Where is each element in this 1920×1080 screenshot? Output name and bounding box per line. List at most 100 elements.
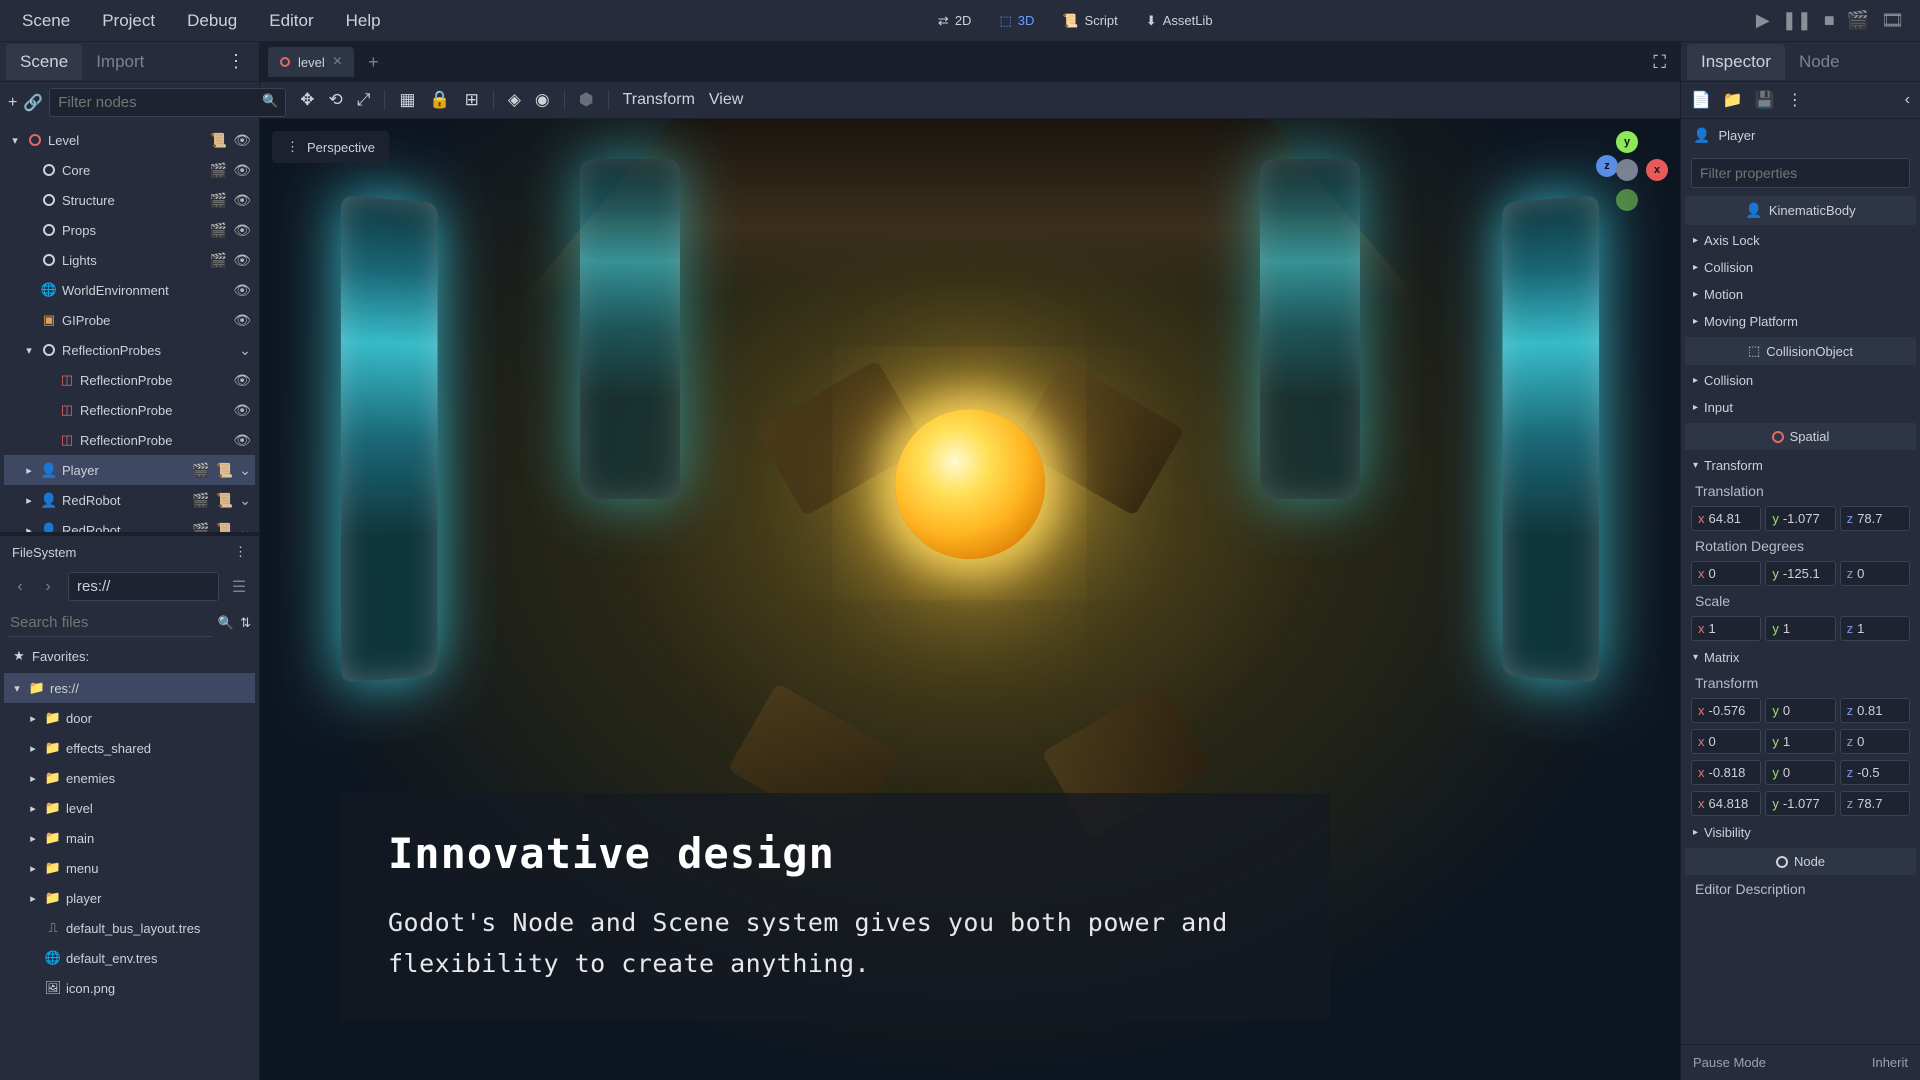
- tree-node-reflectionprobe[interactable]: ◫ReflectionProbe👁: [4, 425, 255, 455]
- filesystem-path[interactable]: res://: [68, 572, 219, 601]
- fs-item-main[interactable]: ▸📁main: [4, 823, 255, 853]
- section-transform[interactable]: ▾Transform: [1685, 452, 1916, 479]
- camera-icon[interactable]: ◉: [535, 90, 550, 110]
- fs-item-level[interactable]: ▸📁level: [4, 793, 255, 823]
- pause-mode-value[interactable]: Inherit: [1872, 1055, 1908, 1070]
- sort-icon[interactable]: ⇅: [240, 615, 251, 631]
- rotation-x[interactable]: x0: [1691, 561, 1761, 586]
- script-icon[interactable]: 📜: [210, 132, 227, 149]
- film-icon[interactable]: 🎬: [192, 522, 209, 533]
- section-visibility[interactable]: ▸Visibility: [1685, 819, 1916, 846]
- matrix-0-x[interactable]: x-0.576: [1691, 698, 1761, 723]
- play-custom-icon[interactable]: 🎞: [1881, 10, 1904, 31]
- script-icon[interactable]: 📜: [216, 462, 233, 479]
- eye-icon[interactable]: 👁: [233, 252, 251, 269]
- rotation-y[interactable]: y-125.1: [1765, 561, 1835, 586]
- rotation-z[interactable]: z0: [1840, 561, 1910, 586]
- new-tab-icon[interactable]: +: [358, 46, 389, 79]
- close-tab-icon[interactable]: ×: [333, 53, 342, 71]
- tree-node-player[interactable]: ▸👤Player🎬📜⌄: [4, 455, 255, 485]
- play-scene-icon[interactable]: 🎬: [1847, 10, 1869, 31]
- view-mode-icon[interactable]: ☰: [227, 575, 251, 599]
- more-icon[interactable]: ⌄: [239, 342, 251, 359]
- pause-icon[interactable]: ❚❚: [1782, 10, 1812, 31]
- tree-node-lights[interactable]: Lights🎬👁: [4, 245, 255, 275]
- nav-back-icon[interactable]: ‹: [8, 575, 32, 599]
- film-icon[interactable]: 🎬: [210, 162, 227, 179]
- save-icon[interactable]: 💾: [1755, 90, 1775, 110]
- file-icon[interactable]: 📄: [1691, 90, 1711, 110]
- back-icon[interactable]: ‹: [1905, 91, 1910, 109]
- lock-icon[interactable]: 🔒: [429, 90, 450, 110]
- matrix-3-z[interactable]: z78.7: [1840, 791, 1910, 816]
- viewport-gizmo[interactable]: x y z: [1588, 131, 1668, 211]
- section-collision2[interactable]: ▸Collision: [1685, 367, 1916, 394]
- tree-node-core[interactable]: Core🎬👁: [4, 155, 255, 185]
- tab-node[interactable]: Node: [1785, 44, 1854, 80]
- more-icon[interactable]: ⌄: [239, 522, 251, 533]
- menu-debug[interactable]: Debug: [173, 5, 251, 37]
- tab-level[interactable]: level ×: [268, 47, 354, 77]
- folder-icon[interactable]: 📁: [1723, 90, 1743, 110]
- perspective-badge[interactable]: ⋮ Perspective: [272, 131, 389, 163]
- fs-item-menu[interactable]: ▸📁menu: [4, 853, 255, 883]
- section-axis-lock[interactable]: ▸Axis Lock: [1685, 227, 1916, 254]
- nav-forward-icon[interactable]: ›: [36, 575, 60, 599]
- transform-menu[interactable]: Transform: [623, 91, 695, 109]
- filter-properties-input[interactable]: [1691, 158, 1910, 188]
- eye-icon[interactable]: 👁: [233, 432, 251, 449]
- eye-icon[interactable]: 👁: [233, 282, 251, 299]
- section-motion[interactable]: ▸Motion: [1685, 281, 1916, 308]
- film-icon[interactable]: 🎬: [210, 252, 227, 269]
- section-matrix[interactable]: ▾Matrix: [1685, 644, 1916, 671]
- matrix-1-x[interactable]: x0: [1691, 729, 1761, 754]
- class-kinematicbody[interactable]: 👤KinematicBody: [1685, 196, 1916, 225]
- mode-3d[interactable]: ⬚3D: [987, 7, 1046, 35]
- filter-nodes-input[interactable]: [49, 88, 286, 117]
- favorites-header[interactable]: ★ Favorites:: [0, 641, 259, 671]
- expand-icon[interactable]: ⛶: [1647, 46, 1672, 79]
- class-node[interactable]: Node: [1685, 848, 1916, 875]
- section-input[interactable]: ▸Input: [1685, 394, 1916, 421]
- film-icon[interactable]: 🎬: [192, 462, 209, 479]
- tab-scene[interactable]: Scene: [6, 44, 82, 80]
- view-menu[interactable]: View: [709, 91, 743, 109]
- tree-node-reflectionprobe[interactable]: ◫ReflectionProbe👁: [4, 395, 255, 425]
- class-spatial[interactable]: Spatial: [1685, 423, 1916, 450]
- scale-tool-icon[interactable]: ⤢: [357, 90, 371, 110]
- group-icon[interactable]: ⊞: [465, 90, 479, 110]
- tree-node-giprobe[interactable]: ▣GIProbe👁: [4, 305, 255, 335]
- add-node-icon[interactable]: +: [8, 91, 17, 115]
- translation-x[interactable]: x64.81: [1691, 506, 1761, 531]
- section-moving-platform[interactable]: ▸Moving Platform: [1685, 308, 1916, 335]
- matrix-3-x[interactable]: x64.818: [1691, 791, 1761, 816]
- mode-2d[interactable]: ⇄2D: [926, 7, 984, 35]
- more-icon[interactable]: ⌄: [239, 462, 251, 479]
- snap-icon[interactable]: ▦: [399, 90, 415, 110]
- tree-node-props[interactable]: Props🎬👁: [4, 215, 255, 245]
- tree-node-structure[interactable]: Structure🎬👁: [4, 185, 255, 215]
- eye-icon[interactable]: 👁: [233, 222, 251, 239]
- mode-script[interactable]: 📜Script: [1050, 7, 1129, 35]
- translation-z[interactable]: z78.7: [1840, 506, 1910, 531]
- matrix-1-z[interactable]: z0: [1840, 729, 1910, 754]
- gizmo-z-icon[interactable]: z: [1596, 155, 1618, 177]
- filesystem-menu-icon[interactable]: ⋮: [234, 544, 247, 560]
- matrix-3-y[interactable]: y-1.077: [1765, 791, 1835, 816]
- tab-inspector[interactable]: Inspector: [1687, 44, 1785, 80]
- play-icon[interactable]: ▶: [1756, 10, 1770, 31]
- matrix-0-z[interactable]: z0.81: [1840, 698, 1910, 723]
- class-collisionobject[interactable]: ⬚CollisionObject: [1685, 337, 1916, 365]
- scale-z[interactable]: z1: [1840, 616, 1910, 641]
- tree-node-redrobot[interactable]: ▸👤RedRobot🎬📜⌄: [4, 515, 255, 532]
- more-icon[interactable]: ⌄: [239, 492, 251, 509]
- matrix-0-y[interactable]: y0: [1765, 698, 1835, 723]
- fs-item-icon-png[interactable]: 🖼icon.png: [4, 973, 255, 1003]
- gizmo-center[interactable]: [1616, 159, 1638, 181]
- move-tool-icon[interactable]: ✥: [300, 90, 314, 110]
- eye-icon[interactable]: 👁: [233, 312, 251, 329]
- matrix-2-z[interactable]: z-0.5: [1840, 760, 1910, 785]
- eye-icon[interactable]: 👁: [233, 132, 251, 149]
- film-icon[interactable]: 🎬: [192, 492, 209, 509]
- fs-item-res---[interactable]: ▾📁res://: [4, 673, 255, 703]
